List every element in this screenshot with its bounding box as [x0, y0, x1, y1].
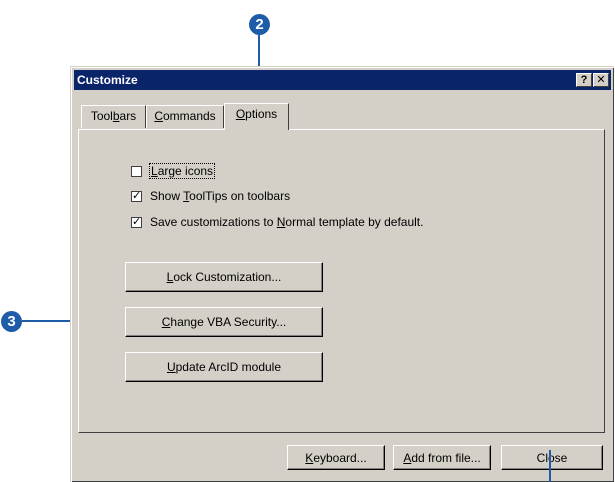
- close-x-button[interactable]: ✕: [593, 73, 609, 87]
- customize-dialog: Customize ? ✕ Toolbars Commands Options …: [70, 66, 614, 482]
- close-button[interactable]: Close: [501, 445, 603, 470]
- dialog-title: Customize: [77, 73, 138, 87]
- save-customizations-label: Save customizations to Normal template b…: [150, 215, 424, 229]
- tooltips-option[interactable]: ✓ Show ToolTips on toolbars: [131, 188, 290, 204]
- lock-customization-button[interactable]: Lock Customization...: [125, 262, 323, 292]
- tab-options[interactable]: Options: [224, 103, 289, 130]
- keyboard-button[interactable]: Keyboard...: [287, 445, 385, 470]
- large-icons-option[interactable]: Large icons: [131, 163, 216, 179]
- tooltips-checkbox[interactable]: ✓: [131, 190, 142, 202]
- tooltips-label: Show ToolTips on toolbars: [150, 189, 291, 203]
- title-bar: Customize ? ✕: [74, 70, 611, 90]
- help-button[interactable]: ?: [576, 73, 592, 87]
- close-callout-line: [549, 450, 551, 482]
- save-customizations-option[interactable]: ✓ Save customizations to Normal template…: [131, 214, 423, 230]
- tab-toolbars[interactable]: Toolbars: [81, 105, 146, 128]
- change-vba-security-button[interactable]: Change VBA Security...: [125, 307, 323, 337]
- add-from-file-button[interactable]: Add from file...: [393, 445, 491, 470]
- update-arcid-button[interactable]: Update ArcID module: [125, 352, 323, 382]
- tab-commands[interactable]: Commands: [146, 105, 224, 128]
- large-icons-label: Large icons: [148, 163, 216, 179]
- options-tab-panel: Large icons ✓ Show ToolTips on toolbars …: [78, 129, 605, 433]
- callout-2-badge: 2: [249, 14, 270, 35]
- callout-3-badge: 3: [1, 311, 22, 332]
- save-customizations-checkbox[interactable]: ✓: [131, 216, 142, 228]
- large-icons-checkbox[interactable]: [131, 165, 142, 177]
